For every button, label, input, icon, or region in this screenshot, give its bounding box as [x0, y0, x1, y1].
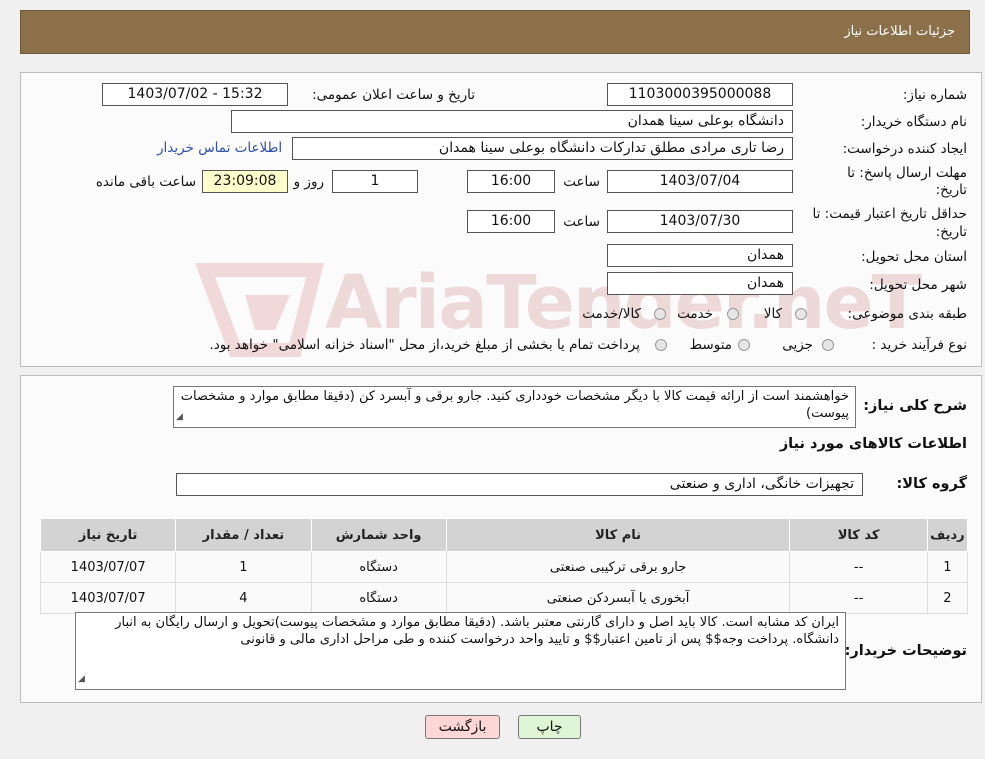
delivery-city-field: همدان: [607, 272, 793, 295]
cell-unit: دستگاه: [310, 582, 447, 614]
price-validity-time-label: ساعت: [563, 214, 600, 230]
buyer-notes-text: ایران کد مشابه است. کالا باید اصل و دارا…: [115, 615, 839, 647]
price-validity-label: حداقل تاریخ اعتبار قیمت: تا: [812, 206, 967, 222]
reply-time-label: ساعت: [563, 174, 600, 190]
cell-row-number: 2: [926, 582, 969, 614]
cell-item-name: آبخوری یا آبسردکن صنعتی: [445, 582, 791, 614]
process-medium-label: متوسط: [689, 337, 732, 353]
need-number-field: 1103000395000088: [607, 83, 793, 106]
category-service-label: خدمت: [677, 306, 713, 322]
category-goods-radio[interactable]: [795, 308, 807, 320]
delivery-city-label: شهر محل تحویل:: [869, 277, 967, 293]
price-validity-label-date: تاریخ:: [935, 224, 967, 240]
cell-item-code: --: [789, 551, 928, 583]
process-minor-radio[interactable]: [822, 339, 834, 351]
reply-date-field: 1403/07/04: [607, 170, 793, 193]
days-label: روز و: [293, 174, 324, 190]
resize-grip-icon[interactable]: ◢: [176, 409, 183, 426]
page-title: جزئیات اطلاعات نیاز: [844, 24, 955, 39]
reply-time-field: 16:00: [467, 170, 555, 193]
description-text: خواهشمند است از ارائه قیمت کالا با دیگر …: [180, 389, 849, 421]
buyer-notes-textarea: ایران کد مشابه است. کالا باید اصل و دارا…: [75, 612, 846, 690]
buyer-notes-label: توضیحات خریدار:: [844, 643, 967, 659]
remaining-time-field: 23:09:08: [202, 170, 288, 193]
treasury-payment-note: پرداخت تمام یا بخشی از مبلغ خرید،از محل …: [209, 337, 640, 353]
goods-section-title: اطلاعات کالاهای مورد نیاز: [779, 436, 967, 452]
goods-group-label: گروه کالا:: [896, 476, 967, 492]
goods-table: ردیف کد کالا نام کالا واحد شمارش تعداد /…: [39, 518, 969, 614]
remaining-time-label: ساعت باقی مانده: [95, 174, 196, 190]
col-quantity: تعداد / مقدار: [175, 518, 312, 552]
buyer-contact-link[interactable]: اطلاعات تماس خریدار: [157, 140, 282, 156]
goods-group-field: تجهیزات خانگی، اداری و صنعتی: [176, 473, 863, 496]
cell-quantity: 4: [175, 582, 312, 614]
print-button[interactable]: چاپ: [518, 715, 581, 739]
table-row: 1 -- جارو برقی ترکیبی صنعتی دستگاه 1 140…: [39, 551, 969, 583]
cell-unit: دستگاه: [310, 551, 447, 583]
category-label: طبقه بندی موضوعی:: [847, 306, 967, 322]
category-goods-service-label: کالا/خدمت: [582, 306, 641, 322]
cell-item-name: جارو برقی ترکیبی صنعتی: [445, 551, 791, 583]
category-goods-service-radio[interactable]: [654, 308, 666, 320]
announce-datetime-label: تاریخ و ساعت اعلان عمومی:: [312, 87, 475, 103]
col-need-date: تاریخ نیاز: [39, 518, 177, 552]
cell-item-code: --: [789, 582, 928, 614]
reply-deadline-label: مهلت ارسال پاسخ: تا: [847, 165, 967, 181]
category-service-radio[interactable]: [727, 308, 739, 320]
description-textarea: خواهشمند است از ارائه قیمت کالا با دیگر …: [173, 386, 856, 428]
price-validity-date-field: 1403/07/30: [607, 210, 793, 233]
price-validity-time-field: 16:00: [467, 210, 555, 233]
col-unit: واحد شمارش: [310, 518, 447, 552]
need-number-label: شماره نیاز:: [902, 87, 967, 103]
delivery-province-field: همدان: [607, 244, 793, 267]
delivery-province-label: استان محل تحویل:: [861, 249, 967, 265]
page-header: جزئیات اطلاعات نیاز: [20, 10, 970, 54]
requester-field: رضا تاری مرادی مطلق تدارکات دانشگاه بوعل…: [292, 137, 793, 160]
buyer-org-field: دانشگاه بوعلی سینا همدان: [231, 110, 793, 133]
cell-row-number: 1: [926, 551, 969, 583]
col-row-number: ردیف: [926, 518, 969, 552]
cell-need-date: 1403/07/07: [39, 582, 177, 614]
cell-need-date: 1403/07/07: [39, 551, 177, 583]
col-item-code: کد کالا: [789, 518, 928, 552]
table-row: 2 -- آبخوری یا آبسردکن صنعتی دستگاه 4 14…: [39, 582, 969, 614]
buyer-org-label: نام دستگاه خریدار:: [860, 114, 967, 130]
announce-datetime-field: 1403/07/02 - 15:32: [102, 83, 288, 106]
back-button[interactable]: بازگشت: [425, 715, 500, 739]
table-header-row: ردیف کد کالا نام کالا واحد شمارش تعداد /…: [39, 518, 969, 552]
requester-label: ایجاد کننده درخواست:: [842, 141, 967, 157]
process-minor-label: جزیی: [782, 337, 813, 353]
resize-grip-icon[interactable]: ◢: [78, 671, 85, 688]
reply-deadline-label-date: تاریخ:: [935, 182, 967, 198]
process-type-label: نوع فرآیند خرید :: [871, 337, 967, 353]
remaining-days-field: 1: [332, 170, 418, 193]
cell-quantity: 1: [175, 551, 312, 583]
description-label: شرح کلی نیاز:: [863, 398, 967, 414]
category-goods-label: کالا: [763, 306, 782, 322]
treasury-payment-checkbox[interactable]: [655, 339, 667, 351]
col-item-name: نام کالا: [445, 518, 791, 552]
process-medium-radio[interactable]: [738, 339, 750, 351]
